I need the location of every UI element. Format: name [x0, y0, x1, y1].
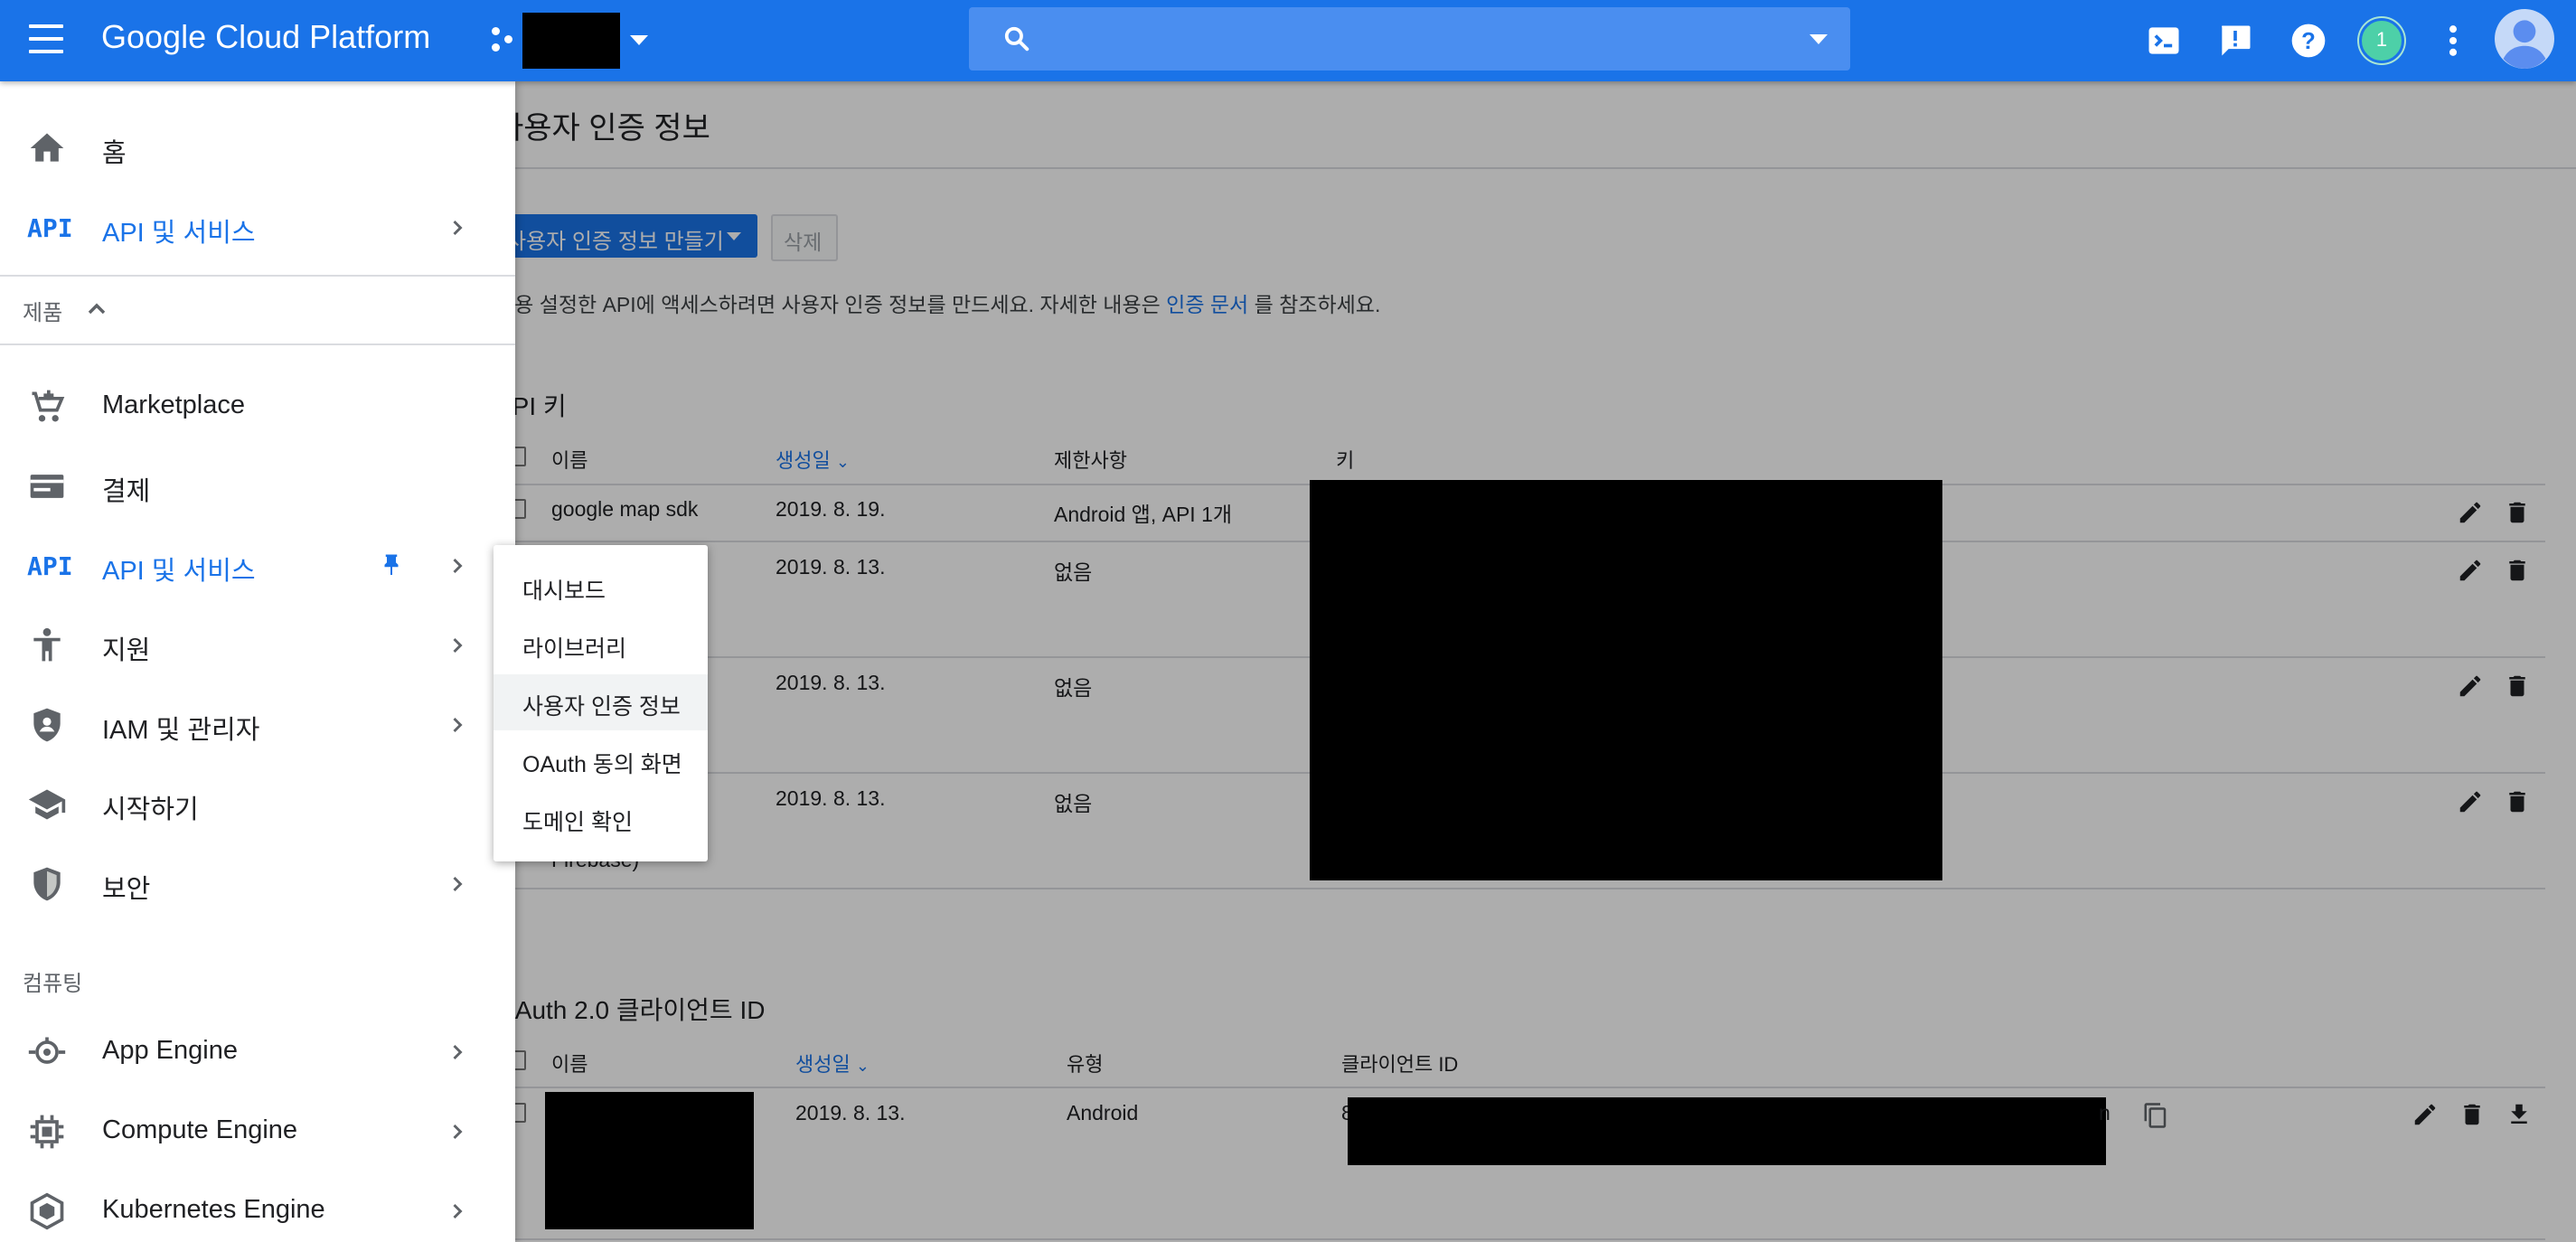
marketplace-cart-icon — [32, 390, 65, 422]
submenu-item-label: 라이브러리 — [522, 636, 627, 662]
sidebar-item-label: Marketplace — [102, 390, 245, 419]
sidebar-item-label: App Engine — [102, 1036, 238, 1065]
sidebar-item-kubernetes-engine[interactable]: Kubernetes Engine — [0, 1171, 515, 1242]
sidebar-item-label: 지원 — [102, 636, 151, 665]
sidebar-item-marketplace[interactable]: Marketplace — [0, 367, 515, 447]
chevron-right-icon — [453, 1203, 463, 1219]
cloud-shell-icon[interactable] — [2144, 21, 2184, 61]
submenu-item-label: OAuth 동의 화면 — [522, 752, 682, 777]
sidebar-item-label: API 및 서비스 — [102, 219, 256, 248]
sidebar-item-home[interactable]: 홈 — [0, 108, 515, 188]
project-icon[interactable] — [490, 25, 517, 54]
products-header[interactable]: 제품 — [23, 295, 106, 326]
notification-badge[interactable]: 1 — [2359, 18, 2404, 63]
submenu-item-library[interactable]: 라이브러리 — [494, 616, 708, 673]
sidebar-item-label: 보안 — [102, 875, 151, 904]
brand-logo[interactable]: Google Cloud Platform — [101, 18, 430, 56]
project-name-redacted[interactable] — [522, 13, 620, 69]
nav-divider — [0, 275, 515, 277]
chevron-right-icon — [453, 220, 463, 236]
app-engine-icon — [28, 1037, 66, 1064]
chevron-right-icon — [453, 1124, 463, 1140]
chevron-right-icon — [453, 637, 463, 654]
sidebar-item-compute-engine[interactable]: Compute Engine — [0, 1092, 515, 1171]
api-services-submenu: 대시보드 라이브러리 사용자 인증 정보 OAuth 동의 화면 도메인 확인 — [494, 545, 708, 861]
sidebar-item-app-engine[interactable]: App Engine — [0, 1012, 515, 1092]
submenu-item-domain-verification[interactable]: 도메인 확인 — [494, 790, 708, 846]
sidebar-item-security[interactable]: 보안 — [0, 844, 515, 924]
home-icon — [30, 133, 64, 162]
help-icon[interactable]: ? — [2289, 21, 2328, 61]
pin-icon[interactable] — [378, 551, 405, 580]
sidebar-item-api-services-top[interactable]: API API 및 서비스 — [0, 188, 515, 268]
side-navigation: 홈 API API 및 서비스 제품 Marketplace 결제 API AP… — [0, 81, 515, 1242]
submenu-item-label: 도메인 확인 — [522, 810, 633, 835]
computing-header: 컴퓨팅 — [23, 972, 83, 996]
sidebar-item-label: IAM 및 관리자 — [102, 716, 260, 745]
submenu-item-credentials[interactable]: 사용자 인증 정보 — [494, 674, 708, 730]
search-icon — [1004, 26, 1029, 52]
submenu-item-dashboard[interactable]: 대시보드 — [494, 559, 708, 615]
sidebar-item-support[interactable]: 지원 — [0, 606, 515, 685]
support-person-icon — [33, 627, 61, 662]
sidebar-item-label: 홈 — [102, 139, 127, 168]
feedback-icon[interactable] — [2215, 21, 2255, 61]
search-input[interactable] — [1032, 16, 1777, 63]
sidebar-item-label: 결제 — [102, 477, 151, 506]
billing-icon — [30, 475, 64, 498]
api-icon: API — [27, 551, 73, 581]
submenu-item-oauth-consent[interactable]: OAuth 동의 화면 — [494, 732, 708, 788]
nav-divider — [0, 343, 515, 345]
kubernetes-icon — [30, 1192, 64, 1230]
chevron-right-icon — [453, 1044, 463, 1060]
api-icon: API — [27, 213, 73, 243]
sidebar-item-label: API 및 서비스 — [102, 557, 256, 586]
search-bar[interactable] — [969, 7, 1850, 71]
sidebar-item-label: 시작하기 — [102, 795, 199, 824]
submenu-item-label: 사용자 인증 정보 — [522, 694, 681, 720]
submenu-item-label: 대시보드 — [522, 579, 606, 604]
chevron-right-icon — [453, 558, 463, 574]
sidebar-item-label: Kubernetes Engine — [102, 1195, 325, 1224]
avatar[interactable] — [2495, 9, 2554, 69]
sidebar-item-getting-started[interactable]: 시작하기 — [0, 765, 515, 844]
sidebar-item-iam[interactable]: IAM 및 관리자 — [0, 685, 515, 765]
sidebar-item-label: Compute Engine — [102, 1115, 298, 1144]
security-shield-icon — [33, 867, 61, 901]
iam-shield-icon — [33, 708, 61, 742]
school-icon — [28, 789, 66, 820]
svg-text:?: ? — [2301, 29, 2316, 54]
more-vert-icon[interactable] — [2433, 21, 2473, 61]
search-dropdown-icon[interactable] — [1810, 34, 1828, 44]
chevron-up-icon — [88, 303, 106, 315]
top-app-bar: Google Cloud Platform ? 1 — [0, 0, 2576, 81]
sidebar-item-billing[interactable]: 결제 — [0, 447, 515, 526]
chevron-right-icon — [453, 876, 463, 892]
compute-engine-icon — [30, 1115, 64, 1149]
menu-icon[interactable] — [29, 24, 63, 57]
sidebar-item-api-services[interactable]: API API 및 서비스 — [0, 526, 515, 606]
chevron-right-icon — [453, 717, 463, 733]
project-dropdown-icon[interactable] — [630, 35, 648, 45]
products-header-label: 제품 — [23, 301, 63, 325]
notification-count: 1 — [2375, 28, 2388, 51]
